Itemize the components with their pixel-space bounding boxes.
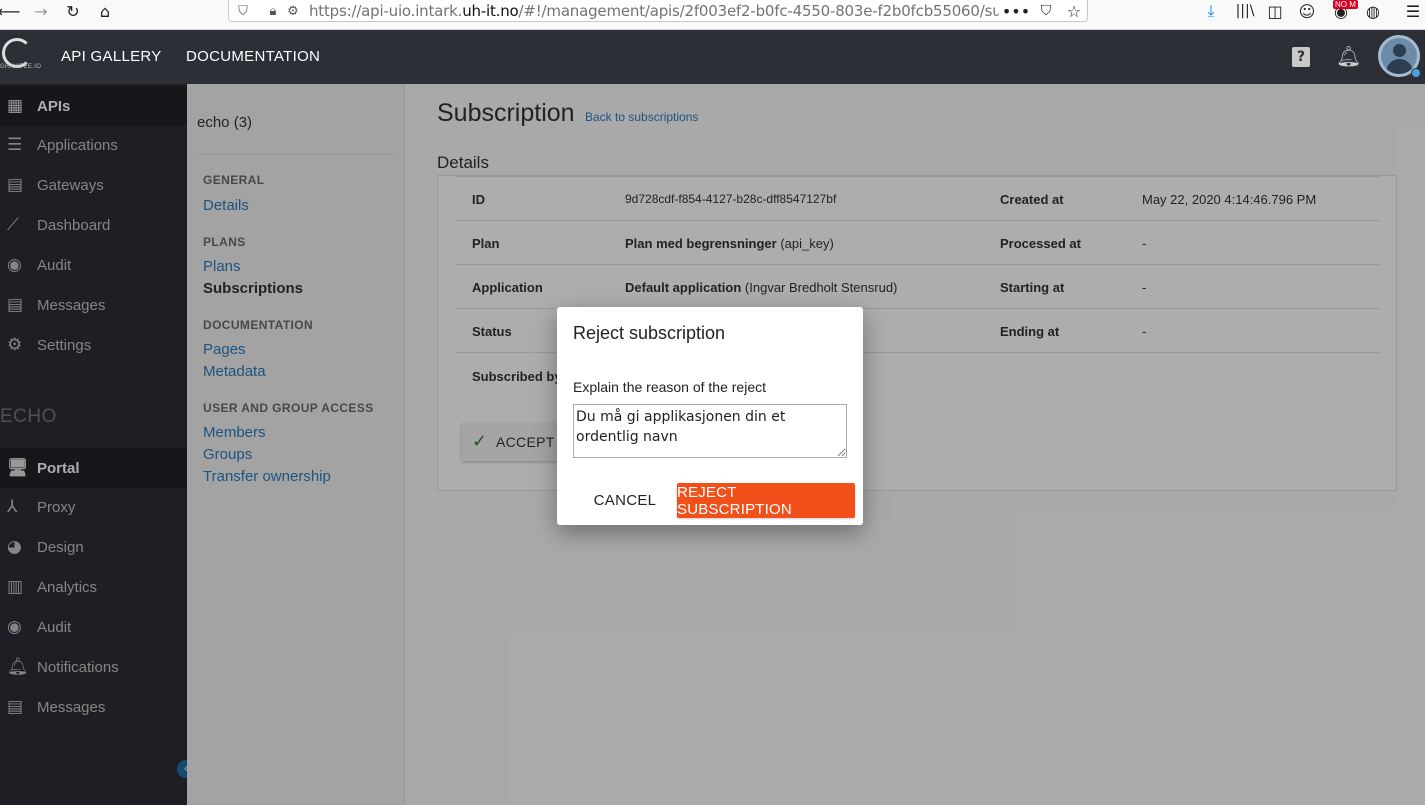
dialog-title: Reject subscription <box>573 323 726 343</box>
cancel-button[interactable]: CANCEL <box>585 483 665 517</box>
gravitee-logo[interactable]: GRAVITEE.IO <box>0 38 41 74</box>
privacy-extension-icon[interactable]: ◍ <box>1362 0 1384 22</box>
bell-icon[interactable]: 🔔︎ <box>1336 44 1361 68</box>
reject-subscription-button[interactable]: REJECT SUBSCRIPTION <box>677 483 855 518</box>
avatar-status-dot <box>1411 68 1421 78</box>
library-icon[interactable]: |||\ <box>1234 0 1256 22</box>
page-actions-icon[interactable]: ••• <box>1002 0 1030 22</box>
shield-icon[interactable]: ⛉ <box>233 0 253 22</box>
help-icon[interactable]: ? <box>1292 47 1310 67</box>
home-icon[interactable]: ⌂ <box>94 0 116 22</box>
pocket-icon[interactable]: ⛉ <box>1035 0 1057 22</box>
nav-api-gallery[interactable]: API GALLERY <box>61 48 162 65</box>
avatar-body <box>1386 59 1413 74</box>
download-icon[interactable]: ⤓ <box>1200 0 1222 22</box>
account-icon[interactable]: ☺ <box>1296 0 1318 22</box>
extension-badge: NO M <box>1333 0 1358 9</box>
forward-icon[interactable]: → <box>30 0 52 22</box>
lock-icon[interactable]: 🔒︎ <box>263 0 283 22</box>
logo-subtitle: GRAVITEE.IO <box>0 64 42 70</box>
sidebar-toggle-icon[interactable]: ◫ <box>1264 0 1286 22</box>
reject-subscription-dialog: Reject subscription Explain the reason o… <box>557 307 863 525</box>
menu-icon[interactable]: ☰ <box>1402 0 1424 22</box>
url-text[interactable]: https://api-uio.intark.uh-it.no/#!/manag… <box>309 2 999 20</box>
url-bar[interactable]: ⛉ 🔒︎ ⚙ https://api-uio.intark.uh-it.no/#… <box>228 0 1088 22</box>
back-icon[interactable]: ⟵ <box>0 0 22 22</box>
nav-documentation[interactable]: DOCUMENTATION <box>186 48 320 65</box>
reject-reason-label: Explain the reason of the reject <box>573 379 767 395</box>
top-navigation: GRAVITEE.IO API GALLERY DOCUMENTATION ? … <box>0 30 1425 84</box>
browser-toolbar: ⟵ → ↻ ⌂ ⛉ 🔒︎ ⚙ https://api-uio.intark.uh… <box>0 0 1425 30</box>
permissions-icon[interactable]: ⚙ <box>283 0 303 22</box>
bookmark-star-icon[interactable]: ☆ <box>1063 0 1085 22</box>
reload-icon[interactable]: ↻ <box>62 0 84 22</box>
avatar-head <box>1393 44 1406 57</box>
reject-reason-textarea[interactable]: Du må gi applikasjonen din et ordentlig … <box>573 404 847 458</box>
